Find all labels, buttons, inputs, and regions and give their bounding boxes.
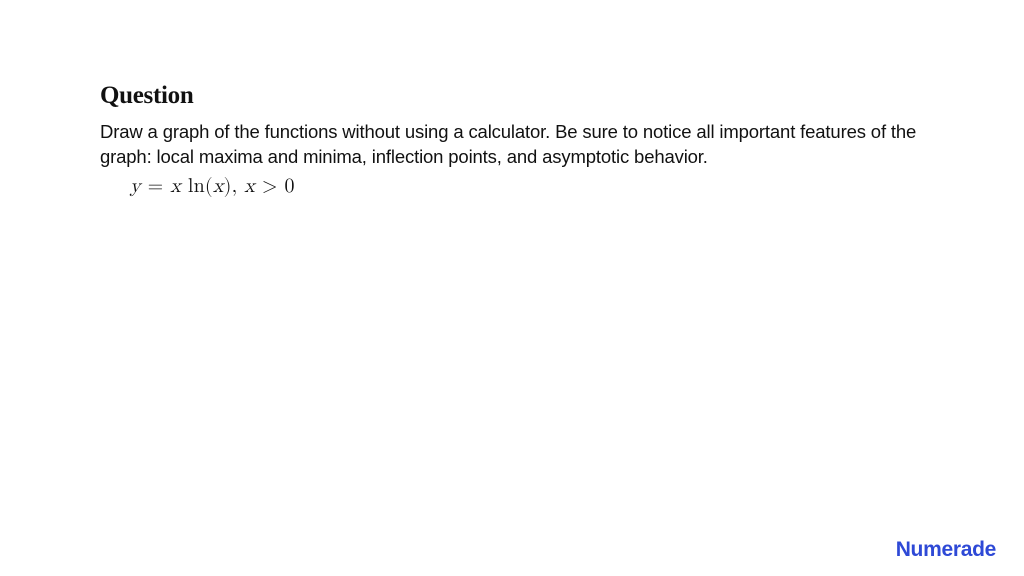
var-x-2: x (213, 176, 224, 196)
equals-sign: = (141, 176, 170, 196)
comma: , (232, 176, 245, 196)
question-formula: y = x ln(x), x > 0 (100, 174, 924, 198)
question-heading: Question (100, 82, 924, 110)
var-x-1: x (170, 176, 181, 196)
open-paren: ( (205, 176, 213, 196)
var-x-3: x (244, 176, 255, 196)
zero: 0 (284, 176, 294, 196)
brand-logo: Numerade (896, 538, 996, 562)
question-prompt: Draw a graph of the functions without us… (100, 120, 924, 170)
gt-sign: > (255, 176, 284, 196)
var-y: y (130, 176, 141, 196)
question-block: Question Draw a graph of the functions w… (0, 0, 1024, 198)
close-paren: ) (224, 176, 232, 196)
space-1 (181, 176, 188, 196)
fn-ln: ln (188, 176, 205, 196)
brand-logo-text: Numerade (896, 538, 996, 562)
